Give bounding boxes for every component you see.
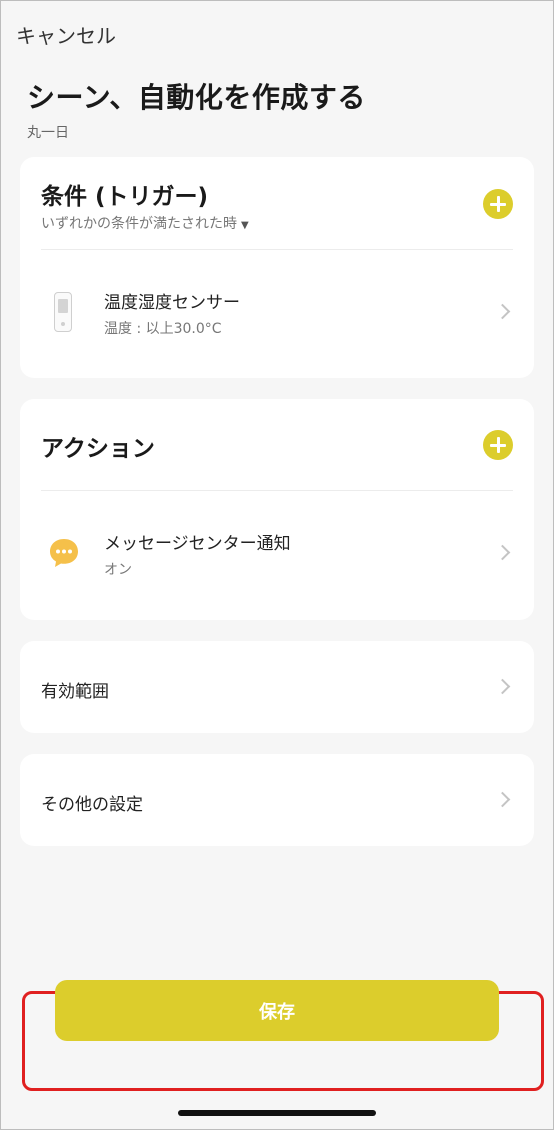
action-name: メッセージセンター通知 <box>104 534 291 554</box>
thermo-hygro-sensor-icon <box>54 292 72 332</box>
save-button[interactable]: 保存 <box>55 980 499 1041</box>
cancel-button[interactable]: キャンセル <box>16 20 116 49</box>
condition-row[interactable]: 温度湿度センサー 温度 : 以上30.0°C <box>20 250 534 378</box>
actions-card: アクション メッセージセンター通知 オン <box>20 399 534 620</box>
actions-title: アクション <box>41 436 155 462</box>
condition-detail: 温度 : 以上30.0°C <box>104 321 222 337</box>
add-condition-button[interactable] <box>483 189 513 219</box>
other-settings-row[interactable]: その他の設定 <box>20 754 534 846</box>
chevron-right-icon <box>494 303 511 320</box>
chevron-right-icon <box>494 791 511 808</box>
conditions-title: 条件 (トリガー) <box>41 184 209 210</box>
condition-device-name: 温度湿度センサー <box>104 293 240 313</box>
schedule-subtitle: 丸一日 <box>27 125 69 141</box>
action-detail: オン <box>104 562 132 578</box>
chevron-right-icon <box>494 544 511 561</box>
condition-mode-label: いずれかの条件が満たされた時 <box>41 216 237 232</box>
effective-scope-label: 有効範囲 <box>41 682 109 702</box>
page-title: シーン、自動化を作成する <box>27 81 366 114</box>
conditions-card: 条件 (トリガー) いずれかの条件が満たされた時 ▼ 温度湿度センサー 温度 : … <box>20 157 534 378</box>
chevron-down-icon: ▼ <box>241 220 249 231</box>
add-action-button[interactable] <box>483 430 513 460</box>
effective-scope-row[interactable]: 有効範囲 <box>20 641 534 733</box>
chat-bubble-icon <box>50 539 78 567</box>
chevron-right-icon <box>494 678 511 695</box>
condition-mode-selector[interactable]: いずれかの条件が満たされた時 ▼ <box>41 213 249 233</box>
action-row[interactable]: メッセージセンター通知 オン <box>20 491 534 620</box>
other-settings-label: その他の設定 <box>41 795 143 815</box>
home-indicator <box>178 1110 376 1116</box>
